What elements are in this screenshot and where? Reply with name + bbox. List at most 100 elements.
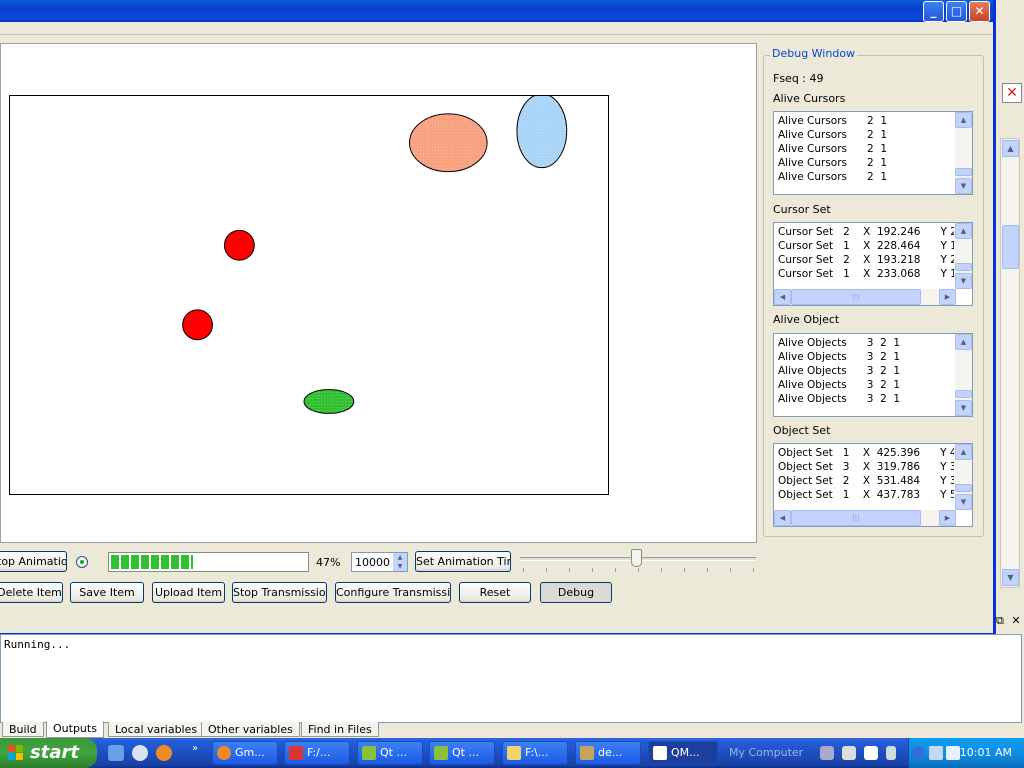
- animation-canvas[interactable]: [0, 43, 757, 543]
- scroll-down-icon[interactable]: ▼: [1002, 569, 1019, 586]
- volume-icon[interactable]: [946, 746, 960, 760]
- task-explorer-f[interactable]: F:/...: [284, 741, 350, 765]
- tray-expand-icon[interactable]: [911, 746, 925, 760]
- list-item[interactable]: Alive Cursors 2 1: [774, 142, 972, 156]
- vertical-scrollbar[interactable]: ▲ ▼: [955, 334, 972, 416]
- green-ellipse[interactable]: [303, 389, 355, 414]
- spin-down-icon[interactable]: ▼: [393, 562, 407, 571]
- cursor-set-list[interactable]: Cursor Set 2 X 192.246 Y 250.Cursor Set …: [773, 222, 973, 306]
- alive-object-list[interactable]: Alive Objects 3 2 1 Alive Objects 3 2 1 Al…: [773, 333, 973, 417]
- task-qt-2[interactable]: Qt ...: [429, 741, 495, 765]
- vertical-scrollbar[interactable]: ▲ ▼: [955, 444, 972, 510]
- list-item[interactable]: Cursor Set 1 X 228.464 Y 143.: [774, 239, 954, 253]
- close-icon[interactable]: ✕: [969, 1, 990, 22]
- upload-item-button[interactable]: Upload Item: [152, 582, 225, 603]
- task-folder-f[interactable]: F:\...: [502, 741, 568, 765]
- background-close-icon[interactable]: ✕: [1002, 83, 1022, 103]
- blue-ellipse[interactable]: [516, 95, 568, 169]
- my-computer-label[interactable]: My Computer: [729, 746, 803, 759]
- list-item[interactable]: Object Set 2 X 531.484 Y 39.6: [774, 474, 954, 488]
- scroll-thumb[interactable]: |||: [791, 510, 921, 526]
- background-scrollbar[interactable]: ▲ ▼: [1000, 138, 1020, 588]
- list-item[interactable]: Alive Cursors 2 1: [774, 114, 972, 128]
- scroll-up-icon[interactable]: ▲: [955, 112, 972, 128]
- animation-time-value[interactable]: 10000: [355, 556, 390, 569]
- scroll-left-icon[interactable]: ◀: [774, 289, 791, 305]
- task-debug[interactable]: de...: [575, 741, 641, 765]
- scroll-up-icon[interactable]: ▲: [955, 444, 972, 460]
- title-bar[interactable]: _ □ ✕: [0, 0, 993, 22]
- stop-animation-button[interactable]: top Animation: [0, 551, 67, 572]
- scroll-down-icon[interactable]: ▼: [955, 400, 972, 416]
- maximize-icon[interactable]: □: [946, 1, 967, 22]
- list-item[interactable]: Alive Objects 3 2 1: [774, 392, 972, 406]
- vertical-scrollbar[interactable]: ▲ ▼: [955, 112, 972, 194]
- tab-local-variables[interactable]: Local variables: [108, 722, 205, 737]
- list-item[interactable]: Object Set 3 X 319.786 Y 311.: [774, 460, 954, 474]
- tool-icon[interactable]: [820, 746, 834, 760]
- quicklaunch-media-icon[interactable]: [132, 745, 148, 761]
- list-item[interactable]: Cursor Set 2 X 192.246 Y 250.: [774, 225, 954, 239]
- red-cursor-circle[interactable]: [182, 309, 213, 341]
- alive-cursors-list[interactable]: Alive Cursors 2 1 Alive Cursors 2 1 Alive …: [773, 111, 973, 195]
- network-icon[interactable]: [929, 746, 943, 760]
- slider-handle[interactable]: [630, 549, 642, 567]
- spin-up-icon[interactable]: ▲: [393, 553, 407, 562]
- reset-button[interactable]: Reset: [459, 582, 531, 603]
- radio-indicator-icon[interactable]: [76, 556, 88, 568]
- scroll-thumb[interactable]: |||: [791, 289, 921, 305]
- list-item[interactable]: Alive Objects 3 2 1: [774, 364, 972, 378]
- salmon-ellipse[interactable]: [408, 113, 488, 173]
- scroll-down-icon[interactable]: ▼: [955, 178, 972, 194]
- list-item[interactable]: Object Set 1 X 437.783 Y 50.3: [774, 488, 954, 502]
- save-item-button[interactable]: Save Item: [70, 582, 144, 603]
- task-qt-1[interactable]: Qt ...: [357, 741, 423, 765]
- list-item[interactable]: Cursor Set 1 X 233.068 Y 151.: [774, 267, 954, 281]
- task-gmail[interactable]: Gm...: [212, 741, 278, 765]
- tab-other-variables[interactable]: Other variables: [201, 722, 300, 737]
- horizontal-scrollbar[interactable]: ◀ ||| ▶: [774, 289, 956, 305]
- scroll-thumb[interactable]: [955, 263, 972, 271]
- stop-transmission-button[interactable]: Stop Transmission: [232, 582, 327, 603]
- scroll-left-icon[interactable]: ◀: [774, 510, 791, 526]
- scroll-thumb[interactable]: [955, 390, 972, 398]
- quicklaunch-more-icon[interactable]: »: [192, 743, 198, 754]
- red-cursor-circle[interactable]: [223, 229, 255, 261]
- debug-button[interactable]: Debug: [540, 582, 612, 603]
- scroll-down-icon[interactable]: ▼: [955, 273, 972, 289]
- tab-outputs[interactable]: Outputs: [46, 721, 104, 738]
- tab-find-in-files[interactable]: Find in Files: [301, 722, 379, 737]
- animation-time-spinbox[interactable]: 10000 ▲ ▼: [351, 552, 408, 572]
- quicklaunch-desktop-icon[interactable]: [108, 745, 124, 761]
- scroll-right-icon[interactable]: ▶: [939, 510, 956, 526]
- scroll-thumb[interactable]: [955, 484, 972, 492]
- dock-close-icon[interactable]: ✕: [1011, 614, 1020, 627]
- object-set-list[interactable]: Object Set 1 X 425.396 Y 46.3 Object Set …: [773, 443, 973, 527]
- scroll-down-icon[interactable]: ▼: [955, 494, 972, 510]
- scroll-thumb[interactable]: [955, 168, 972, 176]
- scroll-up-icon[interactable]: ▲: [955, 223, 972, 239]
- float-icon[interactable]: ⧉: [996, 614, 1004, 627]
- help-icon[interactable]: [864, 746, 878, 760]
- restore-icon[interactable]: [886, 746, 896, 760]
- horizontal-scrollbar[interactable]: ◀ ||| ▶: [774, 510, 956, 526]
- list-item[interactable]: Alive Objects 3 2 1: [774, 378, 972, 392]
- start-button[interactable]: start: [0, 738, 97, 768]
- vertical-scrollbar[interactable]: ▲ ▼: [955, 223, 972, 289]
- list-item[interactable]: Alive Objects 3 2 1: [774, 350, 972, 364]
- list-item[interactable]: Alive Cursors 2 1: [774, 170, 972, 184]
- list-item[interactable]: Cursor Set 2 X 193.218 Y 241.: [774, 253, 954, 267]
- quicklaunch-firefox-icon[interactable]: [156, 745, 172, 761]
- list-item[interactable]: Object Set 1 X 425.396 Y 46.3: [774, 446, 954, 460]
- scroll-thumb[interactable]: [1002, 225, 1019, 269]
- task-qm[interactable]: QM...: [648, 741, 718, 765]
- keyboard-icon[interactable]: [842, 746, 856, 760]
- configure-transmission-button[interactable]: Configure Transmission: [335, 582, 451, 603]
- scroll-up-icon[interactable]: ▲: [1002, 140, 1019, 157]
- scroll-up-icon[interactable]: ▲: [955, 334, 972, 350]
- output-pane[interactable]: Running...: [0, 634, 1022, 723]
- tab-build[interactable]: Build: [2, 722, 44, 737]
- list-item[interactable]: Alive Cursors 2 1: [774, 156, 972, 170]
- list-item[interactable]: Alive Objects 3 2 1: [774, 336, 972, 350]
- scroll-right-icon[interactable]: ▶: [939, 289, 956, 305]
